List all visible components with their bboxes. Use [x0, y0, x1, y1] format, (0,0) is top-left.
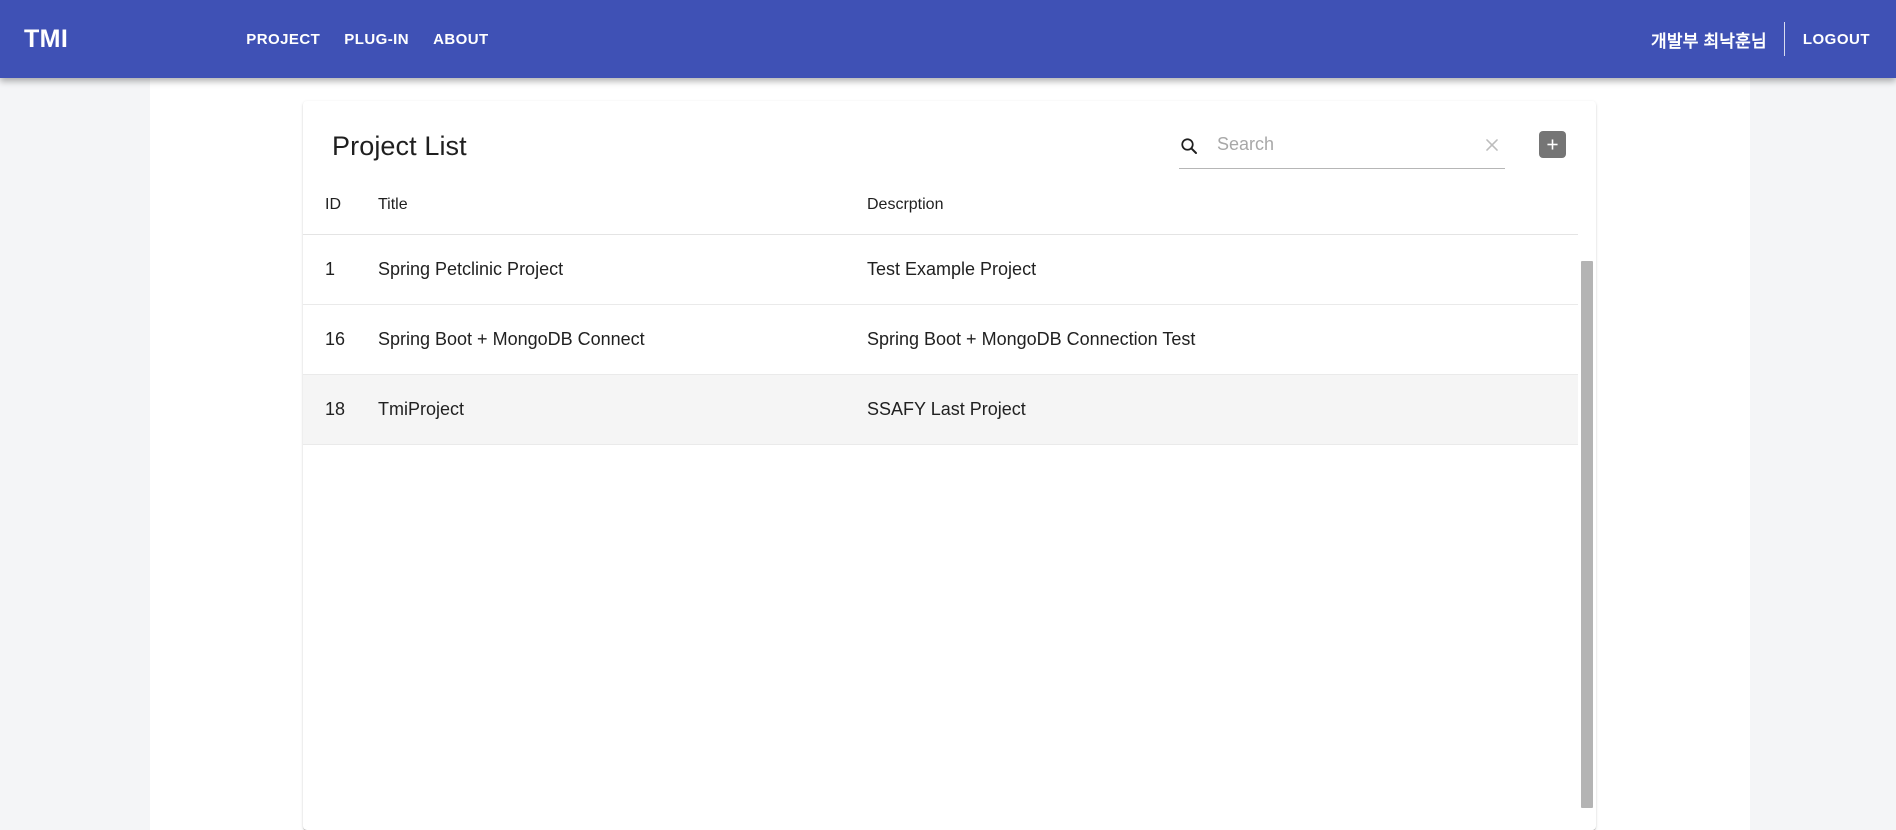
- search-input[interactable]: [1199, 130, 1481, 165]
- app-logo[interactable]: TMI: [24, 25, 68, 54]
- project-table-container: ID Title Descrption 1 Spring Petclinic P…: [303, 188, 1596, 830]
- column-header-title[interactable]: Title: [378, 188, 867, 235]
- content-sheet: Project List Search ID Title Descrption …: [150, 78, 1750, 830]
- cell-id: 18: [303, 374, 378, 445]
- table-row[interactable]: 16 Spring Boot + MongoDB Connect Spring …: [303, 304, 1578, 375]
- table-header-row: ID Title Descrption: [303, 188, 1578, 235]
- navbar-user-area: 개발부 최낙훈님 LOGOUT: [1651, 20, 1870, 58]
- card-header: Project List: [303, 101, 1596, 188]
- nav-link-plugin[interactable]: PLUG-IN: [344, 31, 409, 48]
- cell-id: 16: [303, 304, 378, 375]
- cell-title: Spring Boot + MongoDB Connect: [378, 304, 867, 375]
- add-project-button[interactable]: [1539, 131, 1566, 158]
- cell-description: SSAFY Last Project: [867, 374, 1578, 445]
- project-list-card: Project List Search ID Title Descrption …: [303, 101, 1596, 830]
- top-navbar: TMI PROJECT PLUG-IN ABOUT 개발부 최낙훈님 LOGOU…: [0, 0, 1896, 78]
- column-header-description[interactable]: Descrption: [867, 188, 1578, 235]
- user-name-label: 개발부 최낙훈님: [1651, 31, 1767, 51]
- search-icon: [1179, 136, 1199, 156]
- cell-id: 1: [303, 234, 378, 305]
- table-row[interactable]: 1 Spring Petclinic Project Test Example …: [303, 234, 1578, 305]
- logout-button[interactable]: LOGOUT: [1785, 31, 1870, 48]
- plus-icon: [1545, 137, 1560, 152]
- table-header: ID Title Descrption: [303, 188, 1578, 235]
- nav-link-about[interactable]: ABOUT: [433, 31, 489, 48]
- table-row[interactable]: 18 TmiProject SSAFY Last Project: [303, 374, 1578, 445]
- cell-title: TmiProject: [378, 374, 867, 445]
- close-icon[interactable]: [1481, 134, 1503, 156]
- scrollbar-thumb[interactable]: [1581, 261, 1593, 808]
- main-navigation: PROJECT PLUG-IN ABOUT: [246, 31, 488, 48]
- vertical-scrollbar[interactable]: [1580, 101, 1594, 830]
- project-table: ID Title Descrption 1 Spring Petclinic P…: [303, 188, 1578, 445]
- nav-link-project[interactable]: PROJECT: [246, 31, 320, 48]
- cell-title: Spring Petclinic Project: [378, 234, 867, 305]
- page-title: Project List: [332, 131, 467, 161]
- search-field: [1179, 127, 1505, 169]
- cell-description: Test Example Project: [867, 234, 1578, 305]
- cell-description: Spring Boot + MongoDB Connection Test: [867, 304, 1578, 375]
- page-background: Project List Search ID Title Descrption …: [0, 78, 1896, 830]
- table-body: 1 Spring Petclinic Project Test Example …: [303, 234, 1578, 445]
- column-header-id[interactable]: ID: [303, 188, 378, 235]
